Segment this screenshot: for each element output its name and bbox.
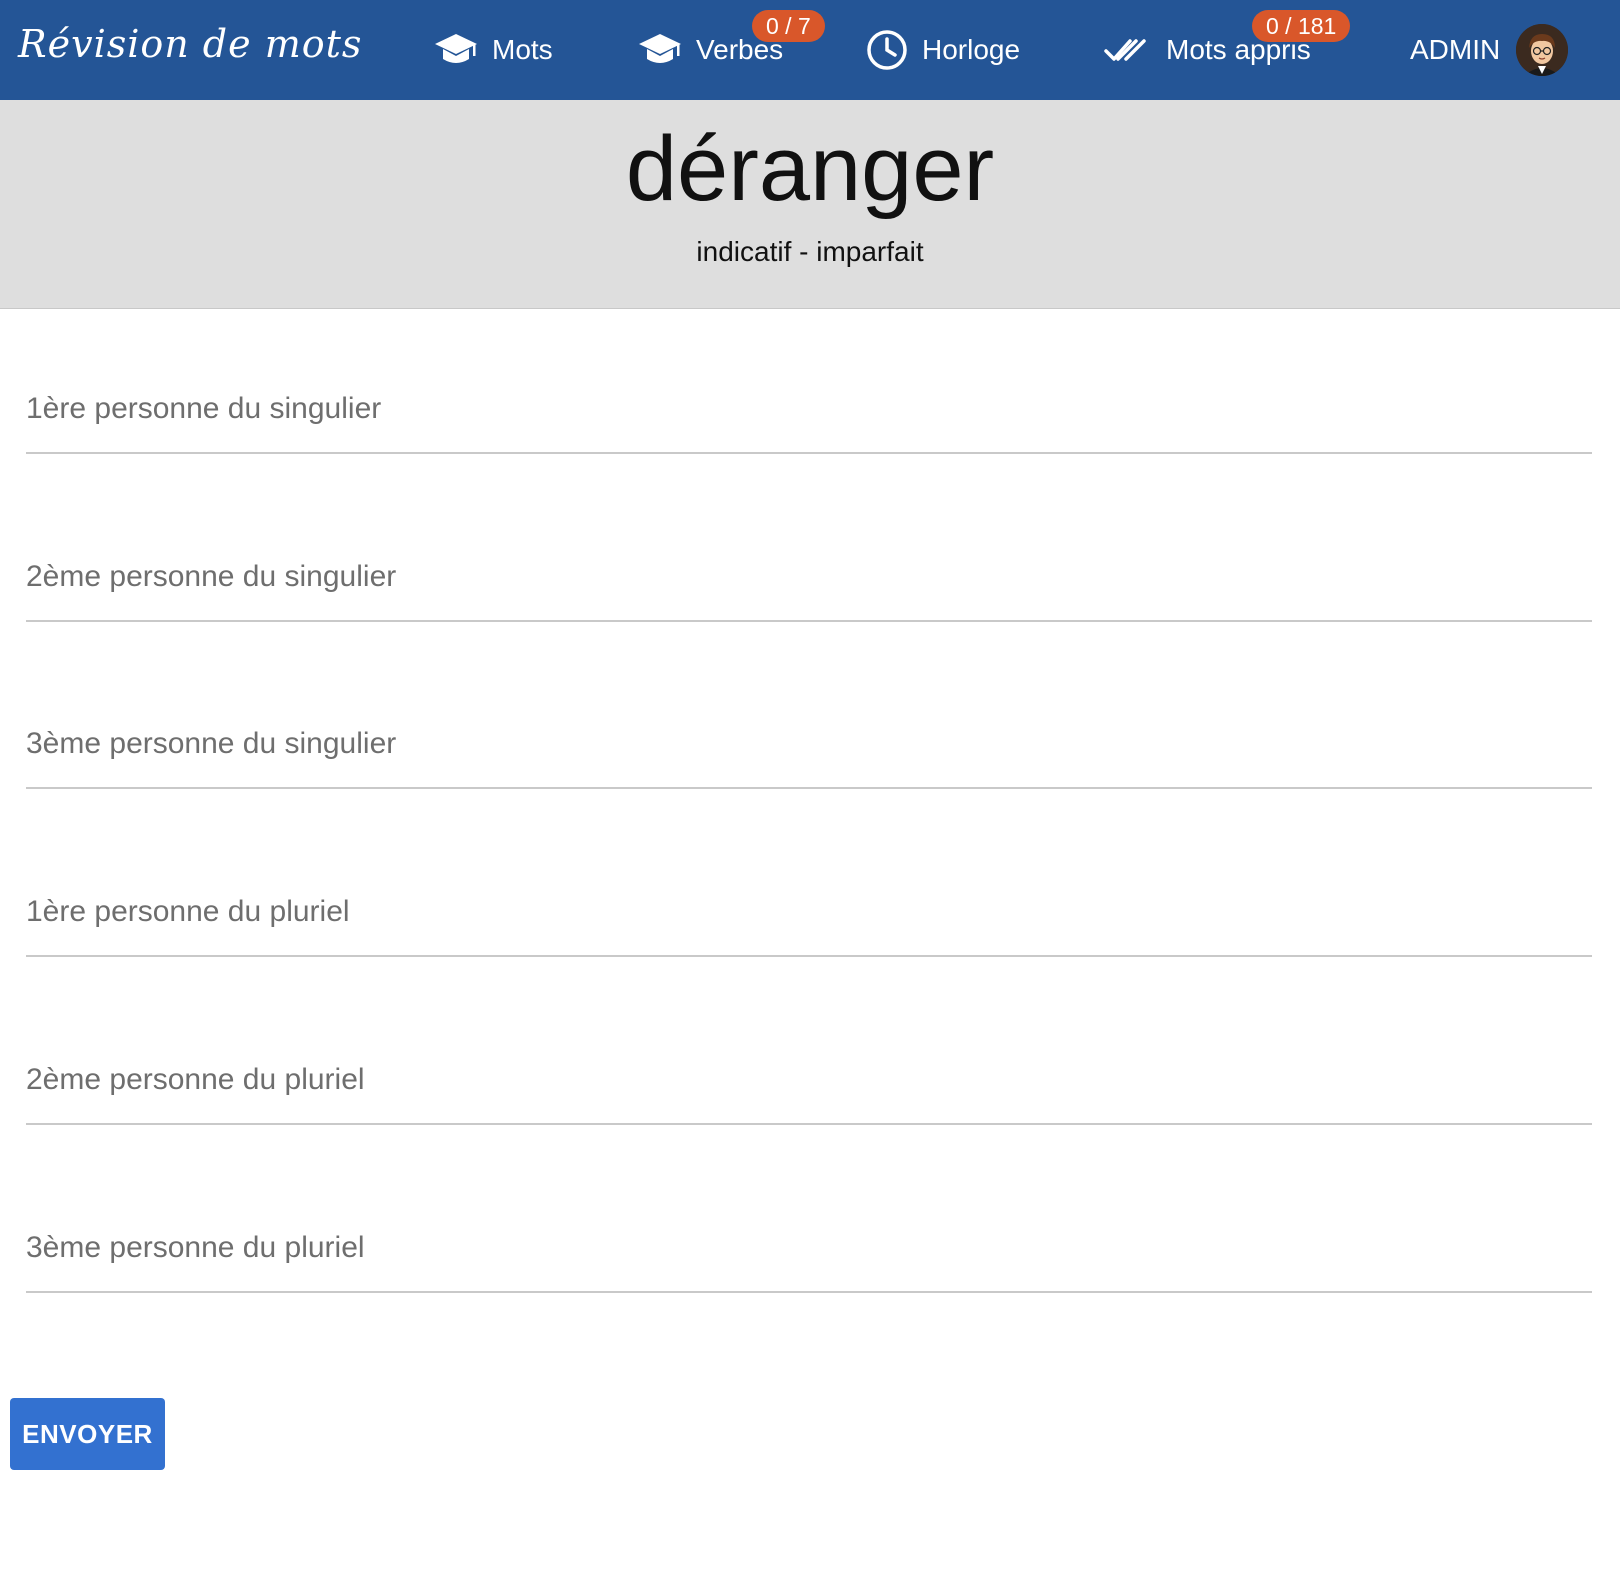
brand-title[interactable]: Révision de mots	[18, 22, 362, 66]
user-avatar[interactable]	[1516, 24, 1568, 76]
conjugation-field-3pl	[26, 1203, 1592, 1293]
clock-icon	[866, 29, 908, 71]
nav-item-horloge[interactable]: Horloge	[866, 0, 1020, 100]
submit-button[interactable]: ENVOYER	[10, 1398, 165, 1470]
nav-item-label: Horloge	[922, 34, 1021, 65]
conjugation-field-3sg	[26, 699, 1592, 789]
top-navbar: Révision de mots Mots Verbes 0 / 7 Horlo…	[0, 0, 1620, 100]
conjugation-input-3pl[interactable]	[26, 1205, 1592, 1293]
conjugation-field-1sg	[26, 364, 1592, 454]
user-name: ADMIN	[1410, 34, 1501, 65]
nav-item-label: Mots	[492, 34, 553, 65]
graduation-cap-icon	[434, 32, 478, 68]
conjugation-field-2pl	[26, 1035, 1592, 1125]
conjugation-field-1pl	[26, 867, 1592, 957]
verb-header: déranger indicatif - imparfait	[0, 100, 1620, 309]
conjugation-input-1sg[interactable]	[26, 366, 1592, 454]
verb-word: déranger	[625, 118, 995, 220]
conjugation-field-2sg	[26, 532, 1592, 622]
mots-appris-count-badge: 0 / 181	[1252, 10, 1351, 42]
conjugation-input-1pl[interactable]	[26, 869, 1592, 957]
conjugation-input-2pl[interactable]	[26, 1037, 1592, 1125]
double-check-icon	[1104, 34, 1152, 66]
verb-tense: indicatif - imparfait	[696, 236, 924, 267]
nav-item-mots[interactable]: Mots	[434, 0, 553, 100]
verbes-count-badge: 0 / 7	[752, 10, 825, 42]
conjugation-input-3sg[interactable]	[26, 701, 1592, 789]
graduation-cap-icon	[638, 32, 682, 68]
user-menu[interactable]: ADMIN	[1410, 0, 1500, 100]
conjugation-input-2sg[interactable]	[26, 534, 1592, 622]
